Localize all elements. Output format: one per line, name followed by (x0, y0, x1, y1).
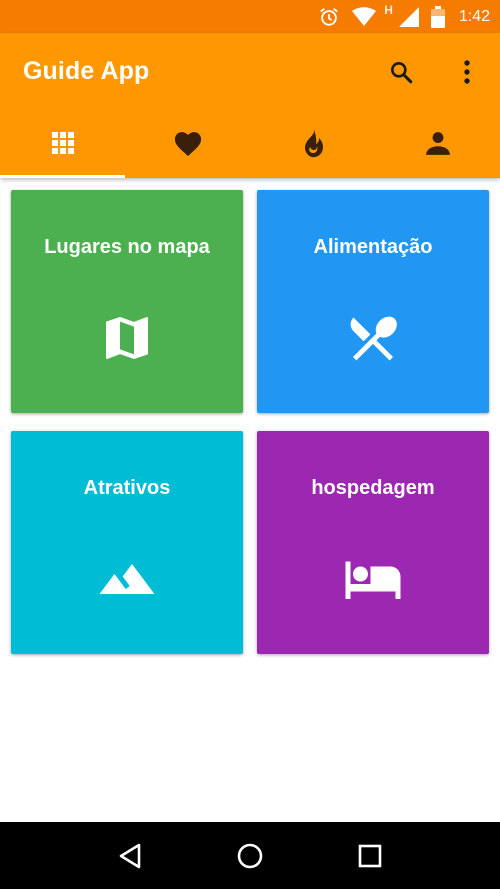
status-bar: H 1:42 (0, 0, 500, 33)
card-alimentacao[interactable]: Alimentação (257, 190, 489, 413)
alarm-icon (318, 6, 340, 28)
card-hospedagem[interactable]: hospedagem (257, 431, 489, 654)
tab-grid[interactable] (0, 112, 125, 178)
recents-icon[interactable] (350, 836, 390, 876)
terrain-icon (97, 549, 157, 609)
back-icon[interactable] (110, 836, 150, 876)
wifi-icon (352, 6, 377, 27)
card-atrativos[interactable]: Atrativos (11, 431, 243, 654)
status-icons: H 1:42 (318, 0, 490, 33)
battery-icon (430, 5, 445, 28)
home-icon[interactable] (230, 836, 270, 876)
app-actions (386, 57, 482, 87)
fire-icon (301, 128, 325, 163)
signal-icon (398, 6, 419, 27)
heart-icon (173, 129, 203, 162)
map-icon (97, 308, 157, 368)
card-lugares-no-mapa[interactable]: Lugares no mapa (11, 190, 243, 413)
app-title: Guide App (23, 57, 150, 85)
search-icon[interactable] (386, 57, 416, 87)
app-bar: Guide App (0, 33, 500, 178)
hotel-icon (343, 549, 403, 609)
status-time: 1:42 (458, 7, 490, 25)
tab-profile[interactable] (375, 112, 500, 178)
grid-icon (51, 131, 75, 160)
network-type-label: H (384, 2, 393, 17)
tab-indicator (0, 175, 125, 178)
tab-bar (0, 112, 500, 178)
screen: H 1:42 Guide App Lugares no mapa Aliment… (0, 0, 500, 889)
card-label: Lugares no mapa (44, 236, 210, 258)
card-label: hospedagem (311, 477, 435, 499)
card-label: Alimentação (313, 236, 433, 258)
card-label: Atrativos (83, 477, 171, 499)
tab-popular[interactable] (250, 112, 375, 178)
tab-favorites[interactable] (125, 112, 250, 178)
system-nav-bar (0, 822, 500, 889)
restaurant-icon (343, 308, 403, 368)
more-vert-icon[interactable] (452, 57, 482, 87)
person-icon (425, 130, 451, 161)
